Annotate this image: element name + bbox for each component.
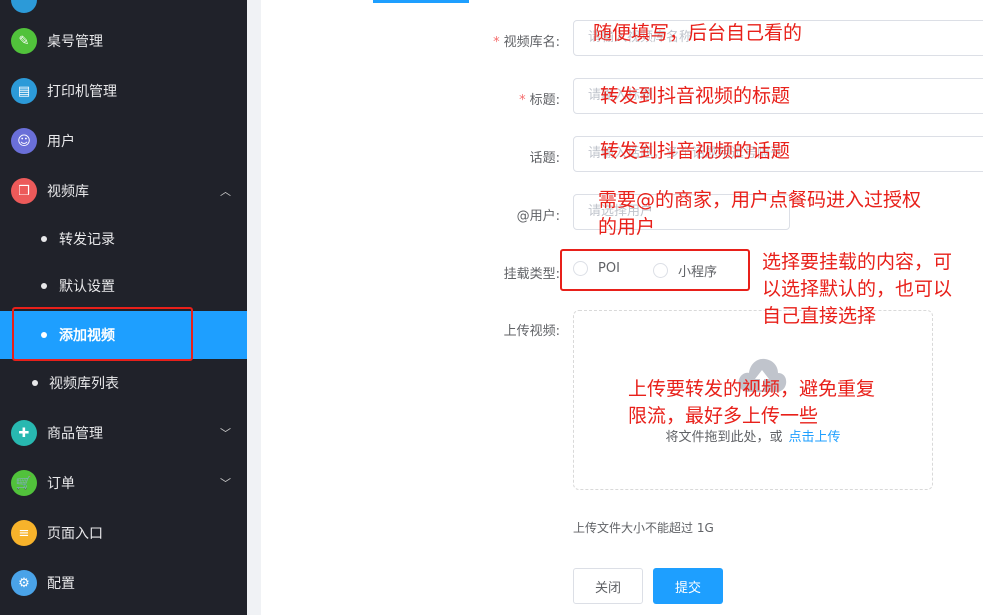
sidebar-item-label: 配置 xyxy=(47,576,75,592)
annotation-library-name: 随便填写，后台自己看的 xyxy=(593,22,803,44)
annotation-at-user-line2: 的用户 xyxy=(598,216,656,238)
sidebar-item-label: 商品管理 xyxy=(47,426,103,442)
sidebar-item-products[interactable]: ✚ 商品管理 ﹀ xyxy=(0,408,247,458)
highlight-box xyxy=(12,307,193,361)
menu-icon xyxy=(11,0,37,13)
chevron-down-icon: ﹀ xyxy=(220,427,231,440)
box-icon: ❒ xyxy=(11,178,37,204)
sidebar-subitem-forward-records[interactable]: 转发记录 xyxy=(0,215,247,263)
mount-type-label: 挂载类型: xyxy=(503,267,560,282)
chevron-up-icon: ︿ xyxy=(220,185,231,198)
annotation-topic: 转发到抖音视频的话题 xyxy=(600,140,791,162)
bag-icon: ✚ xyxy=(11,420,37,446)
sidebar: ✎ 桌号管理 ▤ 打印机管理 ☺ 用户 ❒ 视频库 ︿ 转发记录 默认设置 添加… xyxy=(0,0,247,615)
sidebar-item-label: 订单 xyxy=(47,476,75,492)
annotation-mount-line1: 选择要挂载的内容，可 xyxy=(762,251,953,273)
annotation-mount-line3: 自己直接选择 xyxy=(762,305,877,327)
sidebar-item-printer[interactable]: ▤ 打印机管理 xyxy=(0,66,247,116)
sidebar-subitem-label: 视频库列表 xyxy=(49,376,119,392)
tab-indicator xyxy=(373,0,469,3)
annotation-mount-line2: 以选择默认的，也可以 xyxy=(762,278,953,300)
cart-icon: 🛒 xyxy=(11,470,37,496)
bullet-icon xyxy=(41,236,47,242)
bullet-icon xyxy=(41,283,47,289)
sidebar-item-video-library[interactable]: ❒ 视频库 ︿ xyxy=(0,166,247,216)
upload-link[interactable]: 点击上传 xyxy=(789,430,841,445)
annotation-title: 转发到抖音视频的标题 xyxy=(600,85,791,107)
database-icon: ≡ xyxy=(11,520,37,546)
table-icon: ✎ xyxy=(11,28,37,54)
at-user-label: @用户: xyxy=(516,209,560,224)
sidebar-item-page-entry[interactable]: ≡ 页面入口 xyxy=(0,508,247,558)
submit-button[interactable]: 提交 xyxy=(653,568,723,604)
sidebar-item-table[interactable]: ✎ 桌号管理 xyxy=(0,16,247,66)
annotation-upload-line2: 限流，最好多上传一些 xyxy=(628,405,819,427)
annotation-at-user-line1: 需要@的商家，用户点餐码进入过授权 xyxy=(598,189,922,211)
upload-label: 上传视频: xyxy=(503,324,560,339)
highlight-box xyxy=(560,249,750,291)
gears-icon: ⚙ xyxy=(11,570,37,596)
sidebar-item-label: 视频库 xyxy=(47,184,89,200)
sidebar-subitem-label: 转发记录 xyxy=(59,232,115,248)
printer-icon: ▤ xyxy=(11,78,37,104)
upload-tip: 上传文件大小不能超过 1G xyxy=(573,521,714,535)
annotation-upload-line1: 上传要转发的视频，避免重复 xyxy=(628,378,876,400)
sidebar-subitem-label: 默认设置 xyxy=(59,279,115,295)
sidebar-item-orders[interactable]: 🛒 订单 ﹀ xyxy=(0,458,247,508)
sidebar-item-label: 打印机管理 xyxy=(47,84,117,100)
sidebar-item-config[interactable]: ⚙ 配置 xyxy=(0,558,247,608)
sidebar-item-label: 桌号管理 xyxy=(47,34,103,50)
sidebar-subitem-video-list[interactable]: 视频库列表 xyxy=(0,359,247,407)
library-name-label: * 视频库名: xyxy=(493,35,560,50)
chevron-down-icon: ﹀ xyxy=(220,477,231,490)
topic-label: 话题: xyxy=(529,151,560,166)
sidebar-item-users[interactable]: ☺ 用户 xyxy=(0,116,247,166)
sidebar-subitem-default-settings[interactable]: 默认设置 xyxy=(0,262,247,310)
title-label: * 标题: xyxy=(519,93,560,108)
users-icon: ☺ xyxy=(11,128,37,154)
close-button[interactable]: 关闭 xyxy=(573,568,643,604)
sidebar-item-label: 用户 xyxy=(47,134,75,150)
bullet-icon xyxy=(32,380,38,386)
sidebar-item-label: 页面入口 xyxy=(47,526,103,542)
upload-drag-text: 将文件拖到此处，或 xyxy=(665,430,783,445)
